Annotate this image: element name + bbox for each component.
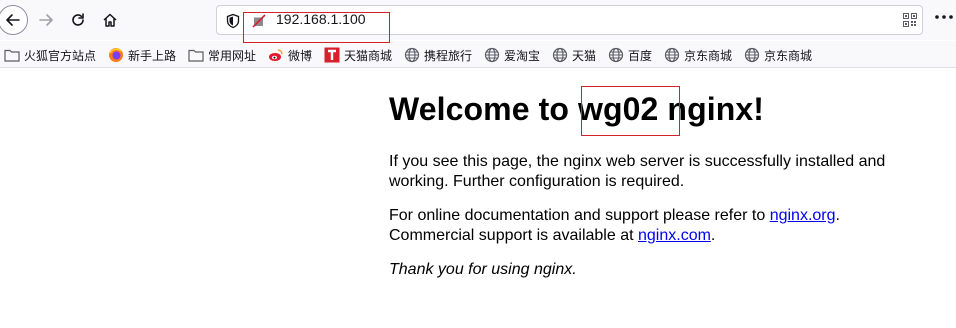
globe-icon (608, 47, 624, 63)
tmall-icon (324, 47, 340, 63)
heading-prefix: Welcome to (389, 91, 578, 127)
bookmark-label: 京东商城 (764, 48, 813, 63)
docs-text: For online documentation and support ple… (389, 207, 770, 224)
bookmark-item[interactable]: 微博 (268, 46, 312, 64)
bookmark-item[interactable]: 百度 (608, 46, 652, 64)
bookmark-label: 新手上路 (128, 48, 177, 63)
reload-button[interactable] (62, 4, 94, 36)
firefox-icon (108, 47, 124, 63)
bookmark-item[interactable]: 携程旅行 (404, 46, 472, 64)
intro-paragraph: If you see this page, the nginx web serv… (389, 152, 885, 192)
folder-icon (4, 47, 20, 63)
browser-toolbar: 192.168.1.100 (0, 0, 956, 40)
shield-icon[interactable] (225, 13, 241, 29)
home-icon (103, 13, 117, 27)
bookmark-label: 携程旅行 (424, 48, 473, 63)
forward-button[interactable] (30, 4, 62, 36)
qr-code-icon[interactable] (903, 13, 917, 27)
home-button[interactable] (94, 4, 126, 36)
bookmark-item[interactable]: 京东商城 (744, 46, 812, 64)
bookmarks-toolbar: 火狐官方站点 新手上路 常用网址 微博 天猫商城 携程旅行 爱淘宝 天猫 百度 … (0, 41, 956, 68)
intro-line-2: working. Further configuration is requir… (389, 173, 685, 190)
thanks-paragraph: Thank you for using nginx. (389, 261, 577, 278)
support-period: . (710, 227, 716, 244)
docs-line-2: Commercial support is available at nginx… (389, 226, 840, 246)
nginx-org-link[interactable]: nginx.org (770, 207, 836, 224)
bookmark-item[interactable]: 火狐官方站点 (4, 46, 96, 64)
globe-icon (404, 47, 420, 63)
reload-icon (72, 13, 84, 26)
globe-icon (484, 47, 500, 63)
folder-icon (188, 47, 204, 63)
arrow-right-icon (39, 14, 53, 26)
bookmark-item[interactable]: 爱淘宝 (484, 46, 540, 64)
weibo-icon (268, 47, 284, 63)
globe-icon (744, 47, 760, 63)
bookmark-item[interactable]: 常用网址 (188, 46, 256, 64)
bookmark-item[interactable]: 天猫商城 (324, 46, 392, 64)
globe-icon (552, 47, 568, 63)
globe-icon (664, 47, 680, 63)
docs-period: . (835, 207, 840, 224)
page-heading: Welcome to wg02 nginx! (389, 91, 764, 128)
arrow-left-icon (6, 14, 20, 26)
bookmark-label: 常用网址 (208, 48, 257, 63)
bookmark-label: 火狐官方站点 (24, 48, 97, 63)
bookmark-label: 百度 (628, 48, 653, 63)
bookmark-label: 天猫商城 (344, 48, 393, 63)
nginx-com-link[interactable]: nginx.com (638, 227, 711, 244)
bookmark-item[interactable]: 京东商城 (664, 46, 732, 64)
bookmark-label: 天猫 (572, 48, 597, 63)
bookmark-item[interactable]: 天猫 (552, 46, 596, 64)
more-menu-icon[interactable] (934, 13, 954, 27)
intro-line-1: If you see this page, the nginx web serv… (389, 153, 886, 170)
url-highlight-box (243, 12, 390, 43)
back-button[interactable] (0, 5, 28, 35)
hostname-highlight-box (581, 86, 680, 136)
bookmark-label: 京东商城 (684, 48, 733, 63)
support-text: Commercial support is available at (389, 227, 638, 244)
bookmark-item[interactable]: 新手上路 (108, 46, 176, 64)
bookmark-label: 爱淘宝 (504, 48, 541, 63)
bookmark-label: 微博 (288, 48, 313, 63)
docs-line-1: For online documentation and support ple… (389, 206, 840, 226)
docs-paragraph: For online documentation and support ple… (389, 206, 840, 246)
